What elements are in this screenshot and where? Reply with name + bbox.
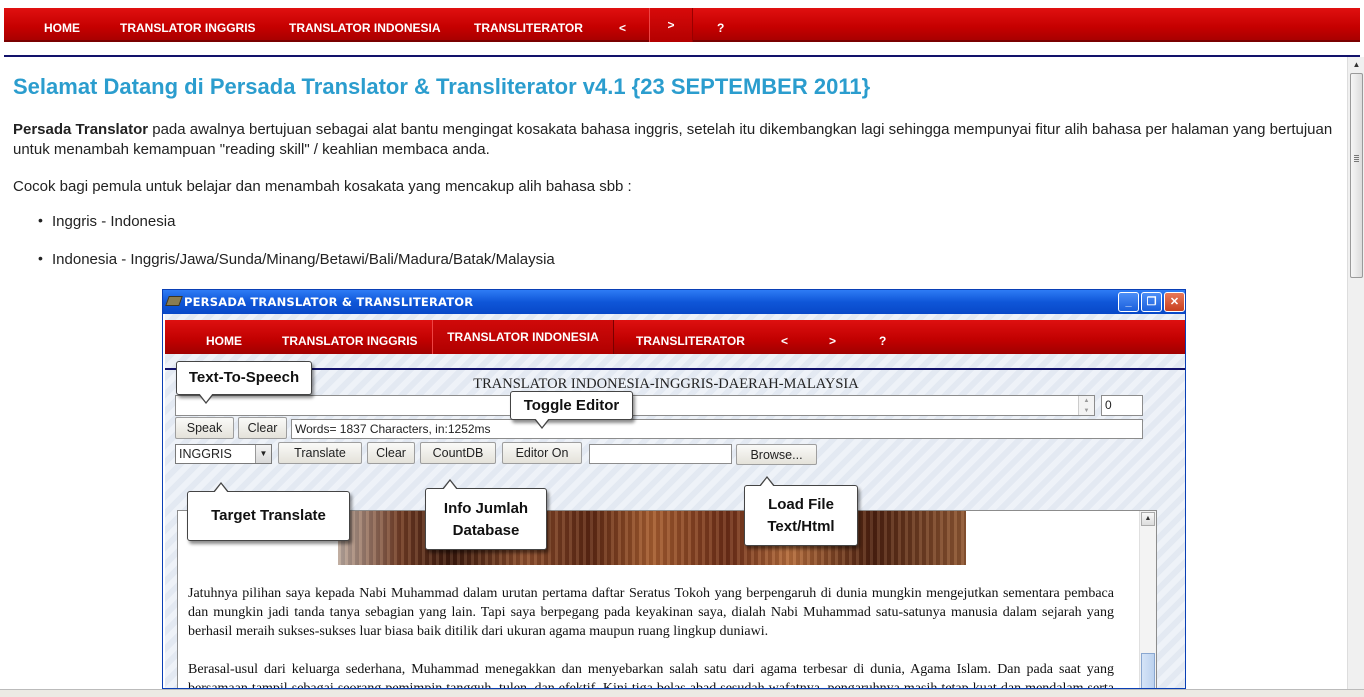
window-title: PERSADA TRANSLATOR & TRANSLITERATOR [184,295,474,309]
callout-load-file: Load File Text/Html [744,485,858,546]
target-language-value: INGGRIS [179,447,232,461]
chevron-down-icon[interactable]: ▼ [255,445,271,463]
intro-bold: Persada Translator [13,121,149,138]
app-nav-next[interactable]: > [829,320,836,354]
intro-paragraph: Persada Translator pada awalnya bertujua… [13,120,1333,160]
callout-text-to-speech: Text-To-Speech [176,361,312,395]
app-nav: HOME TRANSLATOR INGGRIS TRANSLATOR INDON… [165,320,1185,354]
app-nav-translator-indonesia[interactable]: TRANSLATOR INDONESIA [432,320,614,354]
nav-home[interactable]: HOME [44,8,80,42]
browse-button[interactable]: Browse... [736,444,817,465]
callout-target-translate: Target Translate [187,491,350,541]
browser-page: HOME TRANSLATOR INGGRIS TRANSLATOR INDON… [0,0,1364,697]
content-paragraph-2: Berasal-usul dari keluarga sederhana, Mu… [188,662,1114,689]
list-item: Inggris - Indonesia [38,212,176,230]
page-scroll-thumb[interactable] [1350,73,1363,278]
counter-field[interactable]: 0 [1101,395,1143,416]
app-nav-translator-inggris[interactable]: TRANSLATOR INGGRIS [282,320,418,354]
translator-heading: TRANSLATOR INDONESIA-INGGRIS-DAERAH-MALA… [473,376,859,392]
file-path-field[interactable] [589,444,732,464]
intro-text: pada awalnya bertujuan sebagai alat bant… [13,121,1333,158]
callout-load-line-2: Text/Html [767,518,835,535]
clear-translate-button[interactable]: Clear [367,442,415,464]
nav-divider [4,55,1360,57]
callout-info-database: Info Jumlah Database [425,488,547,550]
app-nav-home[interactable]: HOME [206,320,242,354]
callout-pointer [442,479,458,490]
nav-transliterator[interactable]: TRANSLITERATOR [474,8,583,42]
close-icon[interactable]: ✕ [1164,292,1185,312]
countdb-button[interactable]: CountDB [420,442,496,464]
nav-translator-indonesia[interactable]: TRANSLATOR INDONESIA [289,8,441,42]
tts-input[interactable]: ▲ ▼ [175,395,1095,416]
speak-button[interactable]: Speak [175,417,234,439]
callout-pointer [213,482,229,493]
list-item-text: Inggris - Indonesia [52,213,176,230]
maximize-icon[interactable]: ❐ [1141,292,1162,312]
tts-spinner[interactable]: ▲ ▼ [1078,396,1094,415]
app-nav-transliterator[interactable]: TRANSLITERATOR [636,320,745,354]
status-field: Words= 1837 Characters, in:1252ms [291,419,1143,439]
nav-translator-inggris[interactable]: TRANSLATOR INGGRIS [120,8,256,42]
editor-toggle-button[interactable]: Editor On [502,442,582,464]
app-icon [165,296,183,306]
nav-help[interactable]: ? [717,8,724,42]
clear-speak-button[interactable]: Clear [238,417,287,439]
page-title: Selamat Datang di Persada Translator & T… [13,74,871,99]
scroll-up-icon[interactable]: ▲ [1141,512,1155,526]
window-titlebar: PERSADA TRANSLATOR & TRANSLITERATOR _ ❐ … [163,290,1185,314]
callout-load-line-1: Load File [768,496,834,513]
grip-icon [1354,155,1359,156]
target-language-select[interactable]: INGGRIS ▼ [175,444,272,464]
scroll-up-icon[interactable]: ▲ [1350,58,1363,72]
page-scrollbar[interactable]: ▲ [1347,57,1364,689]
scroll-thumb[interactable] [1141,653,1155,688]
app-nav-prev[interactable]: < [781,320,788,354]
app-window-screenshot: PERSADA TRANSLATOR & TRANSLITERATOR _ ❐ … [162,289,1186,689]
subtitle-text: Cocok bagi pemula untuk belajar dan mena… [13,178,632,195]
content-scrollbar[interactable]: ▲ [1139,511,1156,688]
callout-pointer [534,418,550,429]
callout-pointer [198,393,214,404]
translate-button[interactable]: Translate [278,442,362,464]
app-nav-help[interactable]: ? [879,320,886,354]
callout-toggle-editor: Toggle Editor [510,391,633,420]
app-nav-divider [165,368,1185,370]
nav-prev[interactable]: < [619,8,626,42]
top-nav: HOME TRANSLATOR INGGRIS TRANSLATOR INDON… [4,8,1360,42]
nav-next[interactable]: > [649,8,693,42]
callout-info-line-2: Database [452,522,520,539]
list-item: Indonesia - Inggris/Jawa/Sunda/Minang/Be… [38,250,555,268]
list-item-text: Indonesia - Inggris/Jawa/Sunda/Minang/Be… [52,251,555,268]
status-bar [0,689,1364,697]
content-paragraph-1: Jatuhnya pilihan saya kepada Nabi Muhamm… [188,586,1114,639]
callout-pointer [759,476,775,487]
callout-info-line-1: Info Jumlah [443,500,529,517]
minimize-icon[interactable]: _ [1118,292,1139,312]
